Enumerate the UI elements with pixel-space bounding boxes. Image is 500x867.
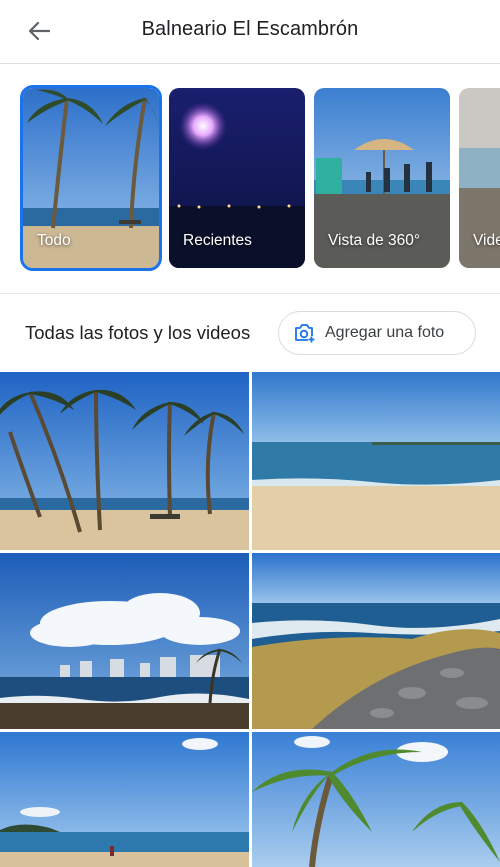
add-photo-icon (295, 324, 315, 343)
category-label: Videos (473, 232, 500, 249)
category-videos[interactable]: Videos (459, 88, 500, 268)
section-title: Todas las fotos y los videos (25, 322, 251, 343)
photo-palms-beach (0, 372, 249, 550)
category-label: Todo (37, 232, 71, 249)
photo-sandy-shore (252, 372, 500, 550)
category-label: Vista de 360° (328, 232, 421, 249)
photo-beach-island (0, 732, 249, 867)
app-header: Balneario El Escambrón (0, 0, 500, 64)
photo-tile[interactable] (252, 553, 500, 729)
photo-tile[interactable] (0, 372, 249, 550)
page-title: Balneario El Escambrón (141, 18, 359, 40)
category-label: Recientes (183, 232, 252, 249)
add-photo-button[interactable]: Agregar una foto (278, 311, 476, 355)
photo-tile[interactable] (0, 732, 249, 867)
photo-palm-fronds (252, 732, 500, 867)
photo-city-skyline (0, 553, 249, 729)
category-360[interactable]: Vista de 360° (314, 88, 450, 268)
photo-tile[interactable] (252, 372, 500, 550)
add-photo-label: Agregar una foto (325, 324, 445, 341)
photo-tile[interactable] (0, 553, 249, 729)
photo-rocky-coast (252, 553, 500, 729)
category-carousel[interactable]: Todo Recientes Vista de 360° Vid (0, 64, 500, 294)
category-todo[interactable]: Todo (20, 85, 162, 271)
category-recientes[interactable]: Recientes (169, 88, 305, 268)
photo-tile[interactable] (252, 732, 500, 867)
